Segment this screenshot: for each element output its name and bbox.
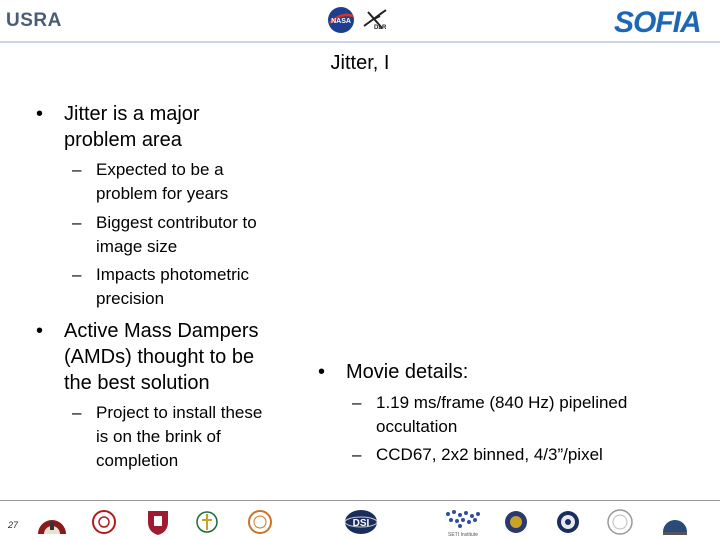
seti-institute-logo-icon: SETI Institute	[446, 510, 480, 538]
page-number: 27	[8, 520, 19, 530]
observatory-logo-icon	[38, 520, 66, 534]
footer-divider	[0, 500, 720, 501]
bullet-text-line: Jitter is a major	[64, 103, 200, 125]
college-seal-icon	[196, 511, 218, 533]
sofia-logo-text: SOFIA	[614, 6, 702, 39]
sub-bullet-marker: –	[352, 393, 362, 412]
sub-bullet-project: – Project to install these is on the bri…	[72, 401, 302, 473]
bullet-text-line: Active Mass Dampers	[64, 320, 259, 342]
sub-bullet-ccd: – CCD67, 2x2 binned, 4/3”/pixel	[352, 443, 712, 467]
sub-bullet-text-line: is on the brink of	[96, 427, 221, 446]
sub-bullet-text-line: problem for years	[96, 184, 229, 203]
rit-seal-icon	[607, 509, 633, 535]
institute-seal-icon	[248, 510, 272, 534]
sub-bullet-marker: –	[72, 213, 82, 232]
nasa-logo-icon: NASA	[328, 7, 354, 33]
seti-logo-text: SETI Institute	[448, 532, 478, 538]
usra-logo-text: USRA	[6, 10, 62, 31]
dsi-logo-text: DSI	[353, 518, 370, 529]
sub-bullet-text-line: 1.19 ms/frame (840 Hz) pipelined	[376, 393, 628, 412]
observatory-dome-icon	[663, 520, 687, 535]
slide-title: Jitter, I	[330, 52, 390, 74]
dlr-logo-text: DLR	[374, 25, 387, 31]
bullet-text-line: problem area	[64, 129, 182, 151]
slide-header: USRA NASA DLR SOFIA	[0, 0, 720, 43]
dsi-logo-icon: DSI	[344, 510, 378, 534]
sub-bullet-frame-rate: – 1.19 ms/frame (840 Hz) pipelined occul…	[352, 391, 712, 439]
sub-bullet-text-line: Biggest contributor to	[96, 213, 257, 232]
bullet-text-line: the best solution	[64, 372, 210, 394]
bullet-text-line: Movie details:	[346, 361, 469, 383]
sub-bullet-text-line: completion	[96, 451, 179, 470]
university-seal-icon	[505, 511, 527, 533]
bullet-movie-details: • Movie details:	[318, 359, 598, 385]
bullet-marker: •	[36, 320, 44, 342]
sub-bullet-text-line: image size	[96, 237, 178, 256]
bullet-jitter-problem: • Jitter is a major problem area	[36, 101, 296, 153]
sofia-logo: SOFIA	[612, 4, 718, 39]
university-seal-icon	[92, 510, 116, 534]
bullet-marker: •	[318, 361, 326, 383]
agency-seal-icon	[557, 511, 579, 533]
bullet-marker: •	[36, 103, 44, 125]
bullet-text-line: (AMDs) thought to be	[64, 346, 255, 368]
sub-bullet-marker: –	[352, 445, 362, 464]
sub-bullet-impacts: – Impacts photometric precision	[72, 263, 302, 311]
sub-bullet-biggest: – Biggest contributor to image size	[72, 211, 302, 259]
sub-bullet-text-line: Expected to be a	[96, 160, 224, 179]
shield-crest-icon	[148, 511, 168, 535]
sub-bullet-text-line: CCD67, 2x2 binned, 4/3”/pixel	[376, 445, 603, 464]
svg-text:NASA: NASA	[331, 18, 351, 25]
bullet-amd-solution: • Active Mass Dampers (AMDs) thought to …	[36, 318, 306, 396]
sub-bullet-text-line: Impacts photometric	[96, 265, 250, 284]
header-divider	[0, 41, 720, 43]
usra-logo: USRA	[2, 4, 61, 34]
sub-bullet-text-line: Project to install these	[96, 403, 263, 422]
sub-bullet-text-line: precision	[96, 289, 165, 308]
sub-bullet-marker: –	[72, 265, 82, 284]
sub-bullet-expected: – Expected to be a problem for years	[72, 158, 302, 206]
sub-bullet-text-line: occultation	[376, 417, 458, 436]
sub-bullet-marker: –	[72, 160, 82, 179]
sub-bullet-marker: –	[72, 403, 82, 422]
